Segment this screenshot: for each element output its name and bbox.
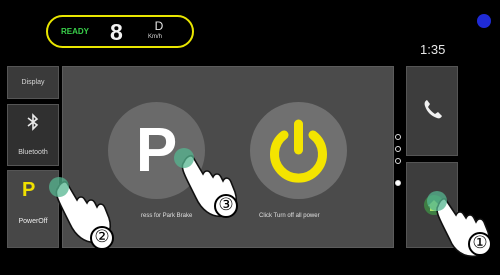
page-dot[interactable] xyxy=(395,158,401,164)
bluetooth-icon xyxy=(8,113,58,136)
step-number-3: ③ xyxy=(214,194,238,218)
sidebar-item-display[interactable]: Display xyxy=(7,66,59,99)
hand-pointer-1: ① xyxy=(426,188,496,271)
page-dot-active[interactable] xyxy=(395,180,401,186)
ready-indicator: READY xyxy=(61,27,90,36)
page-dot[interactable] xyxy=(395,134,401,140)
drive-mode: D xyxy=(154,19,164,33)
sidebar-item-bluetooth[interactable]: Bluetooth xyxy=(7,104,59,166)
touch-indicator xyxy=(49,177,69,197)
hand-pointer-2: ② xyxy=(44,172,116,259)
gear-value: 8 xyxy=(110,19,123,45)
touch-indicator xyxy=(427,191,447,211)
clock: 1:35 xyxy=(420,42,446,57)
power-off-caption: Click Turn off all power xyxy=(259,213,320,219)
step-number-2: ② xyxy=(90,226,114,250)
vehicle-infotainment-screen: READY 8 D Km/h 1:35 Display Bluetooth P … xyxy=(0,0,500,275)
phone-icon xyxy=(424,100,442,119)
power-off-button[interactable] xyxy=(250,102,347,199)
drive-status-pill: READY 8 D Km/h xyxy=(46,15,194,48)
notification-dot xyxy=(477,14,491,28)
sidebar-item-label: Bluetooth xyxy=(18,149,48,156)
phone-button[interactable] xyxy=(406,66,458,156)
touch-indicator xyxy=(174,148,194,168)
power-icon xyxy=(270,119,327,183)
sidebar-item-label: Display xyxy=(21,79,45,86)
parking-icon: P xyxy=(22,179,36,201)
page-dot[interactable] xyxy=(395,146,401,152)
hand-pointer-3: ③ xyxy=(170,146,242,231)
speed-unit: Km/h xyxy=(148,34,163,40)
step-number-1: ① xyxy=(468,232,492,256)
